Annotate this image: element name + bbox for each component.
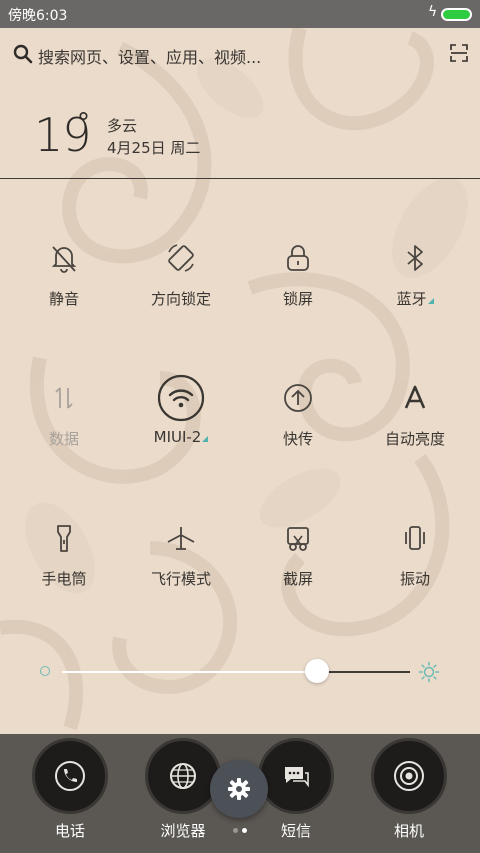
toggle-label: 静音 xyxy=(48,290,79,308)
status-bar: 傍晚6:03 ϟ xyxy=(0,0,480,28)
search-bar[interactable]: 搜索网页、设置、应用、视频... xyxy=(12,42,468,70)
dock-app-label: 相机 xyxy=(393,822,424,840)
toggle-vibrate[interactable]: 振动 xyxy=(357,518,473,628)
toggle-screenshot[interactable]: 截屏 xyxy=(240,518,356,628)
dock-app-label: 浏览器 xyxy=(160,822,206,840)
camera-icon xyxy=(371,738,447,814)
battery-icon xyxy=(441,8,472,21)
toggle-label: 数据 xyxy=(48,430,79,448)
phone-icon xyxy=(32,738,108,814)
rotation-lock-icon xyxy=(168,244,194,272)
toggle-label: 自动亮度 xyxy=(384,430,445,448)
status-time: 傍晚6:03 xyxy=(8,8,68,24)
weather-date: 4月25日 周二 xyxy=(107,139,201,157)
dock-app-label: 电话 xyxy=(54,822,85,840)
screenshot-icon xyxy=(287,527,309,551)
toggle-label: 锁屏 xyxy=(282,290,313,308)
charging-icon: ϟ xyxy=(428,4,438,20)
wifi-label: MIUI-2 xyxy=(153,428,202,446)
toggle-label: 方向锁定 xyxy=(150,290,211,308)
toggle-quick-transfer[interactable]: 快传 xyxy=(240,378,356,488)
search-icon xyxy=(13,44,33,64)
scan-icon[interactable] xyxy=(450,44,468,62)
toggle-lock-screen[interactable]: 锁屏 xyxy=(240,238,356,348)
weather-degree: ° xyxy=(77,108,90,138)
auto-brightness-icon xyxy=(404,385,426,409)
page-indicator-dot-active xyxy=(242,828,247,833)
slider-track-empty xyxy=(318,671,410,673)
toggle-airplane[interactable]: 飞行模式 xyxy=(123,518,239,628)
toggle-mobile-data[interactable]: 数据 xyxy=(6,378,122,488)
quick-transfer-icon xyxy=(284,384,312,412)
toggle-silent[interactable]: 静音 xyxy=(6,238,122,348)
brightness-high-icon xyxy=(418,661,440,683)
airplane-icon xyxy=(167,527,195,550)
control-panel: 搜索网页、设置、应用、视频... 19 ° 多云 4月25日 周二 静音 方向锁… xyxy=(0,28,480,734)
gear-icon xyxy=(228,778,250,800)
weather-condition: 多云 xyxy=(107,117,138,135)
toggle-wifi[interactable]: MIUI-2 xyxy=(123,374,239,488)
message-icon xyxy=(258,738,334,814)
page-indicator-dot xyxy=(233,828,238,833)
bell-off-icon xyxy=(51,246,77,273)
divider xyxy=(0,178,480,179)
toggle-label: 快传 xyxy=(282,430,313,448)
bluetooth-icon xyxy=(407,245,423,271)
toggle-label: 手电筒 xyxy=(41,570,87,588)
toggle-auto-brightness[interactable]: 自动亮度 xyxy=(357,378,473,488)
expand-indicator xyxy=(427,298,434,304)
expand-indicator xyxy=(202,436,209,442)
brightness-low-icon xyxy=(40,666,50,676)
slider-thumb[interactable] xyxy=(305,659,329,683)
toggle-label: 截屏 xyxy=(282,570,313,588)
slider-track-filled xyxy=(62,671,318,673)
dock-app-camera[interactable]: 相机 xyxy=(359,736,459,848)
toggle-label: 飞行模式 xyxy=(150,570,211,588)
lock-icon xyxy=(287,245,309,271)
toggle-label: 振动 xyxy=(399,570,430,588)
toggle-rotation-lock[interactable]: 方向锁定 xyxy=(123,238,239,348)
wifi-icon xyxy=(157,374,205,422)
bluetooth-label: 蓝牙 xyxy=(396,290,427,308)
toggle-label: 蓝牙 xyxy=(357,288,473,309)
mobile-data-icon xyxy=(55,387,73,409)
toggle-flashlight[interactable]: 手电筒 xyxy=(6,518,122,628)
globe-icon xyxy=(145,738,221,814)
brightness-slider[interactable] xyxy=(40,656,440,686)
dock-app-phone[interactable]: 电话 xyxy=(20,736,120,848)
vibrate-icon xyxy=(405,526,425,550)
flashlight-icon xyxy=(57,525,71,552)
toggle-bluetooth[interactable]: 蓝牙 xyxy=(357,238,473,348)
settings-button[interactable] xyxy=(210,760,268,818)
search-placeholder[interactable]: 搜索网页、设置、应用、视频... xyxy=(38,44,261,68)
toggle-label: MIUI-2 xyxy=(123,428,239,446)
dock-app-label: 短信 xyxy=(280,822,311,840)
